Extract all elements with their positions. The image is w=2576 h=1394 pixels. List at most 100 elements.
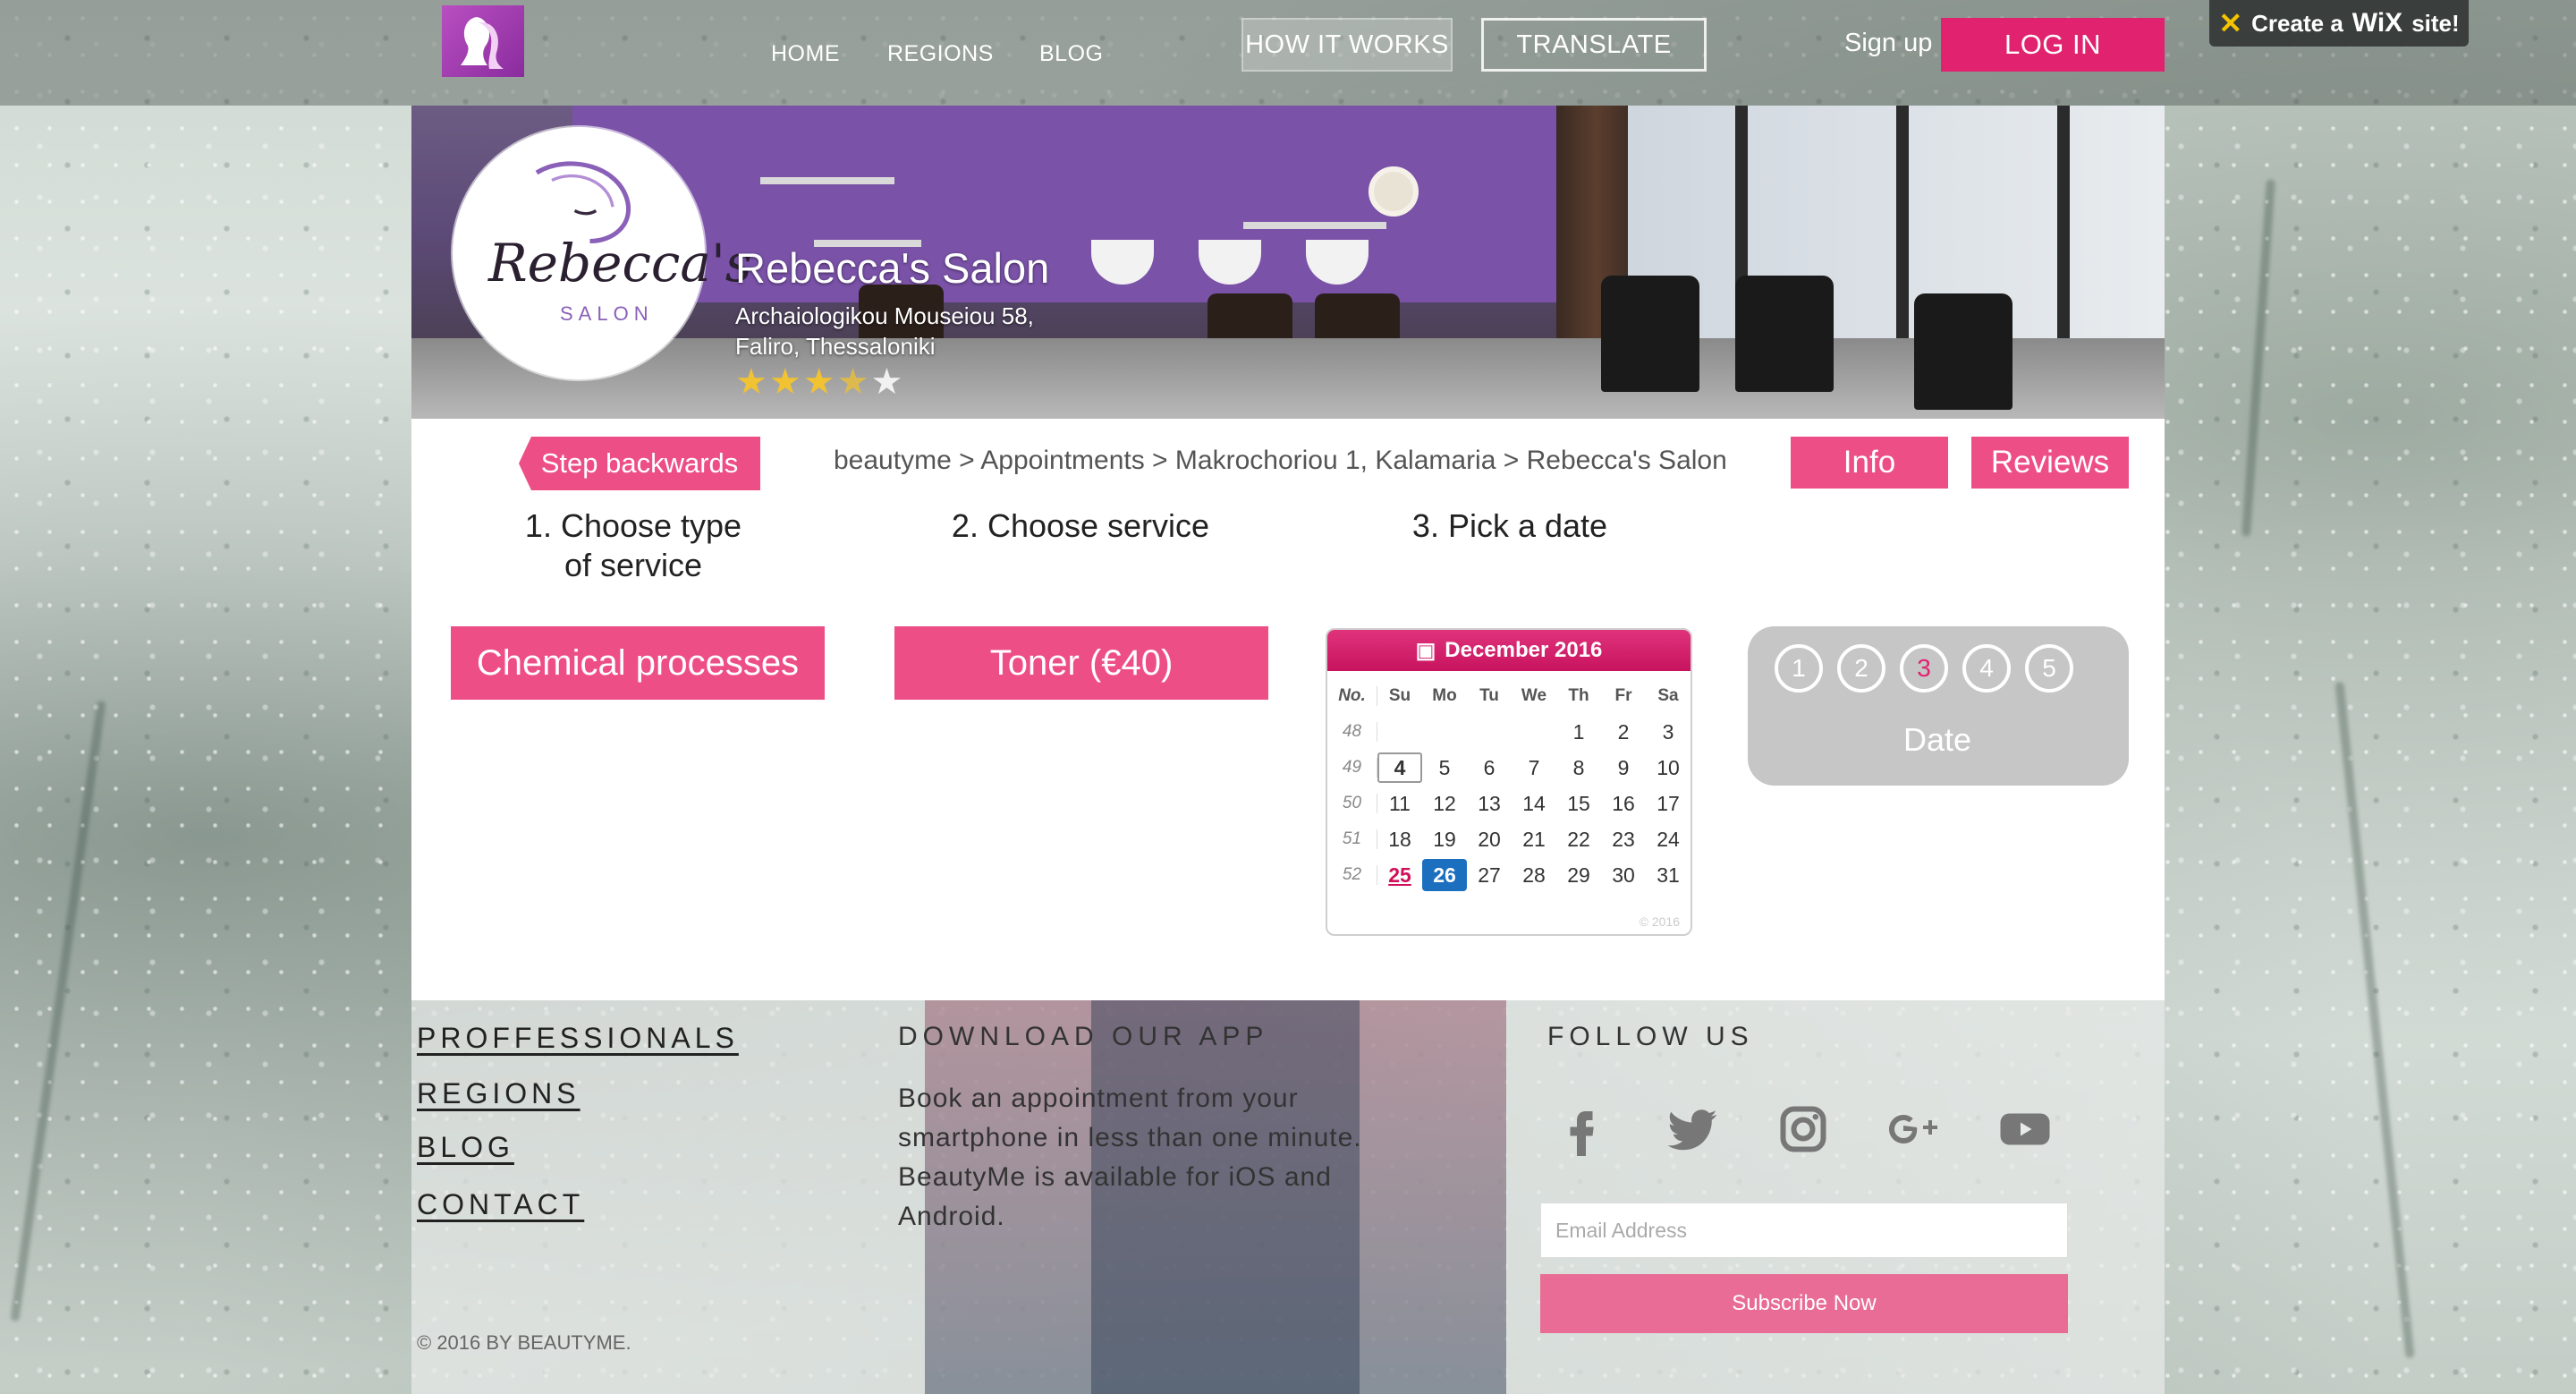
calendar-day[interactable]: 4 — [1377, 752, 1422, 783]
calendar-day[interactable]: 21 — [1512, 828, 1556, 852]
site-logo[interactable] — [442, 5, 524, 77]
weekday-label: Mo — [1432, 686, 1457, 705]
calendar-day[interactable]: 22 — [1556, 828, 1601, 852]
salon-address-line1: Archaiologikou Mouseiou 58, — [735, 302, 1034, 329]
salon-address-line2: Faliro, Thessaloniki — [735, 333, 936, 360]
email-address-input[interactable] — [1540, 1203, 2068, 1258]
footer-link-regions[interactable]: REGIONS — [417, 1077, 580, 1110]
week-number: 49 — [1327, 758, 1377, 778]
calendar-weekday-row: No. Su Mo Tu We Th Fr Sa — [1327, 678, 1690, 714]
nav-home[interactable]: HOME — [771, 41, 840, 67]
step-1-title: 1. Choose type of service — [501, 506, 766, 585]
step-1-title-line2: of service — [564, 547, 703, 583]
calendar-month: December 2016 — [1445, 638, 1603, 662]
star-icon: ★ — [735, 362, 769, 402]
subscribe-button[interactable]: Subscribe Now — [1540, 1274, 2068, 1333]
calendar-day[interactable]: 15 — [1556, 792, 1601, 816]
calendar-watermark: © 2016 — [1639, 914, 1680, 929]
calendar-day[interactable]: 19 — [1422, 828, 1467, 852]
progress-step-4: 4 — [1962, 644, 2011, 693]
follow-us-heading: FOLLOW US — [1547, 1022, 1754, 1051]
calendar-day[interactable]: 2 — [1601, 720, 1646, 744]
footer-link-contact[interactable]: CONTACT — [417, 1188, 584, 1221]
how-it-works-button[interactable]: HOW IT WORKS — [1241, 18, 1453, 72]
calendar-day[interactable]: 25 — [1377, 863, 1422, 888]
tab-info[interactable]: Info — [1791, 437, 1948, 489]
salon-logo-script: Rebecca's — [488, 233, 752, 293]
calendar-day[interactable]: 12 — [1422, 792, 1467, 816]
close-icon[interactable]: ✕ — [2218, 6, 2242, 40]
create-wix-site-badge[interactable]: ✕ Create a WiX site! — [2209, 0, 2469, 47]
step-backwards-button[interactable]: Step backwards — [519, 437, 760, 490]
instagram-icon[interactable] — [1775, 1101, 1832, 1158]
star-rating: ★★★★★ — [735, 361, 904, 403]
salon-logo: Rebecca's SALON — [453, 127, 752, 379]
calendar-day[interactable]: 9 — [1601, 756, 1646, 780]
calendar-day[interactable]: 8 — [1556, 756, 1601, 780]
progress-step-1: 1 — [1775, 644, 1823, 693]
progress-step-5: 5 — [2025, 644, 2073, 693]
google-plus-icon[interactable] — [1885, 1101, 1943, 1158]
calendar-day[interactable]: 14 — [1512, 792, 1556, 816]
progress-step-2: 2 — [1837, 644, 1885, 693]
nav-regions[interactable]: REGIONS — [887, 41, 994, 67]
woman-silhouette-icon — [461, 17, 504, 69]
calendar-day[interactable]: 5 — [1422, 756, 1467, 780]
translate-button[interactable]: TRANSLATE — [1481, 18, 1707, 72]
calendar-day[interactable]: 13 — [1467, 792, 1512, 816]
calendar-day[interactable]: 29 — [1556, 863, 1601, 888]
calendar-week-row: 50 11 12 13 14 15 16 17 — [1327, 786, 1690, 821]
log-in-button[interactable]: LOG IN — [1941, 18, 2165, 72]
nav-blog[interactable]: BLOG — [1039, 41, 1103, 67]
step-2-title: 2. Choose service — [951, 507, 1210, 544]
week-number-header: No. — [1327, 686, 1377, 706]
salon-logo-sub: SALON — [560, 302, 654, 325]
service-type-button[interactable]: Chemical processes — [451, 626, 825, 700]
copyright: © 2016 BY BEAUTYME. — [417, 1331, 631, 1354]
calendar-day[interactable]: 28 — [1512, 863, 1556, 888]
calendar-week-row: 49 4 5 6 7 8 9 10 — [1327, 750, 1690, 786]
calendar-day[interactable]: 11 — [1377, 792, 1422, 816]
service-button[interactable]: Toner (€40) — [894, 626, 1268, 700]
calendar-day[interactable]: 6 — [1467, 756, 1512, 780]
calendar-day[interactable]: 30 — [1601, 863, 1646, 888]
week-number: 52 — [1327, 865, 1377, 885]
calendar-week-row: 52 25 26 27 28 29 30 31 — [1327, 857, 1690, 893]
calendar-day[interactable]: 3 — [1646, 720, 1690, 744]
calendar-day[interactable]: 20 — [1467, 828, 1512, 852]
footer-link-blog[interactable]: BLOG — [417, 1131, 514, 1164]
date-picker-calendar[interactable]: ▣ December 2016 No. Su Mo Tu We Th Fr Sa 48 1 2 3 49… — [1326, 628, 1692, 936]
calendar-grid: No. Su Mo Tu We Th Fr Sa 48 1 2 3 49 4 5 6 7 8 9 10 50 11 12 13… — [1327, 678, 1690, 893]
calendar-day[interactable]: 31 — [1646, 863, 1690, 888]
weekday-label: Tu — [1479, 686, 1499, 705]
youtube-icon[interactable] — [1996, 1101, 2054, 1158]
calendar-day[interactable]: 27 — [1467, 863, 1512, 888]
star-icon: ★ — [870, 362, 905, 402]
calendar-day[interactable]: 17 — [1646, 792, 1690, 816]
breadcrumb: beautyme > Appointments > Makrochoriou 1… — [834, 446, 1727, 475]
weekday-label: Sa — [1657, 686, 1679, 705]
sign-up-link[interactable]: Sign up — [1844, 29, 1932, 58]
calendar-day[interactable]: 26 — [1422, 859, 1467, 891]
calendar-day[interactable]: 24 — [1646, 828, 1690, 852]
calendar-day[interactable]: 23 — [1601, 828, 1646, 852]
week-number: 51 — [1327, 829, 1377, 849]
wix-badge-prefix: Create a — [2251, 9, 2343, 37]
download-app-heading: DOWNLOAD OUR APP — [898, 1022, 1269, 1051]
wix-badge-brand: WiX — [2351, 8, 2403, 38]
calendar-week-row: 51 18 19 20 21 22 23 24 — [1327, 821, 1690, 857]
week-number: 48 — [1327, 722, 1377, 742]
wix-badge-suffix: site! — [2411, 9, 2460, 37]
tab-reviews[interactable]: Reviews — [1971, 437, 2129, 489]
twitter-icon[interactable] — [1664, 1101, 1721, 1158]
calendar-day[interactable]: 1 — [1556, 720, 1601, 744]
facebook-icon[interactable] — [1553, 1101, 1610, 1158]
calendar-day[interactable]: 10 — [1646, 756, 1690, 780]
calendar-day[interactable]: 7 — [1512, 756, 1556, 780]
weekday-label: We — [1521, 686, 1547, 705]
calendar-day[interactable]: 16 — [1601, 792, 1646, 816]
footer-link-professionals[interactable]: PROFFESSIONALS — [417, 1022, 739, 1055]
calendar-day[interactable]: 18 — [1377, 828, 1422, 852]
weekday-label: Th — [1568, 686, 1589, 705]
calendar-icon: ▣ — [1415, 638, 1436, 663]
